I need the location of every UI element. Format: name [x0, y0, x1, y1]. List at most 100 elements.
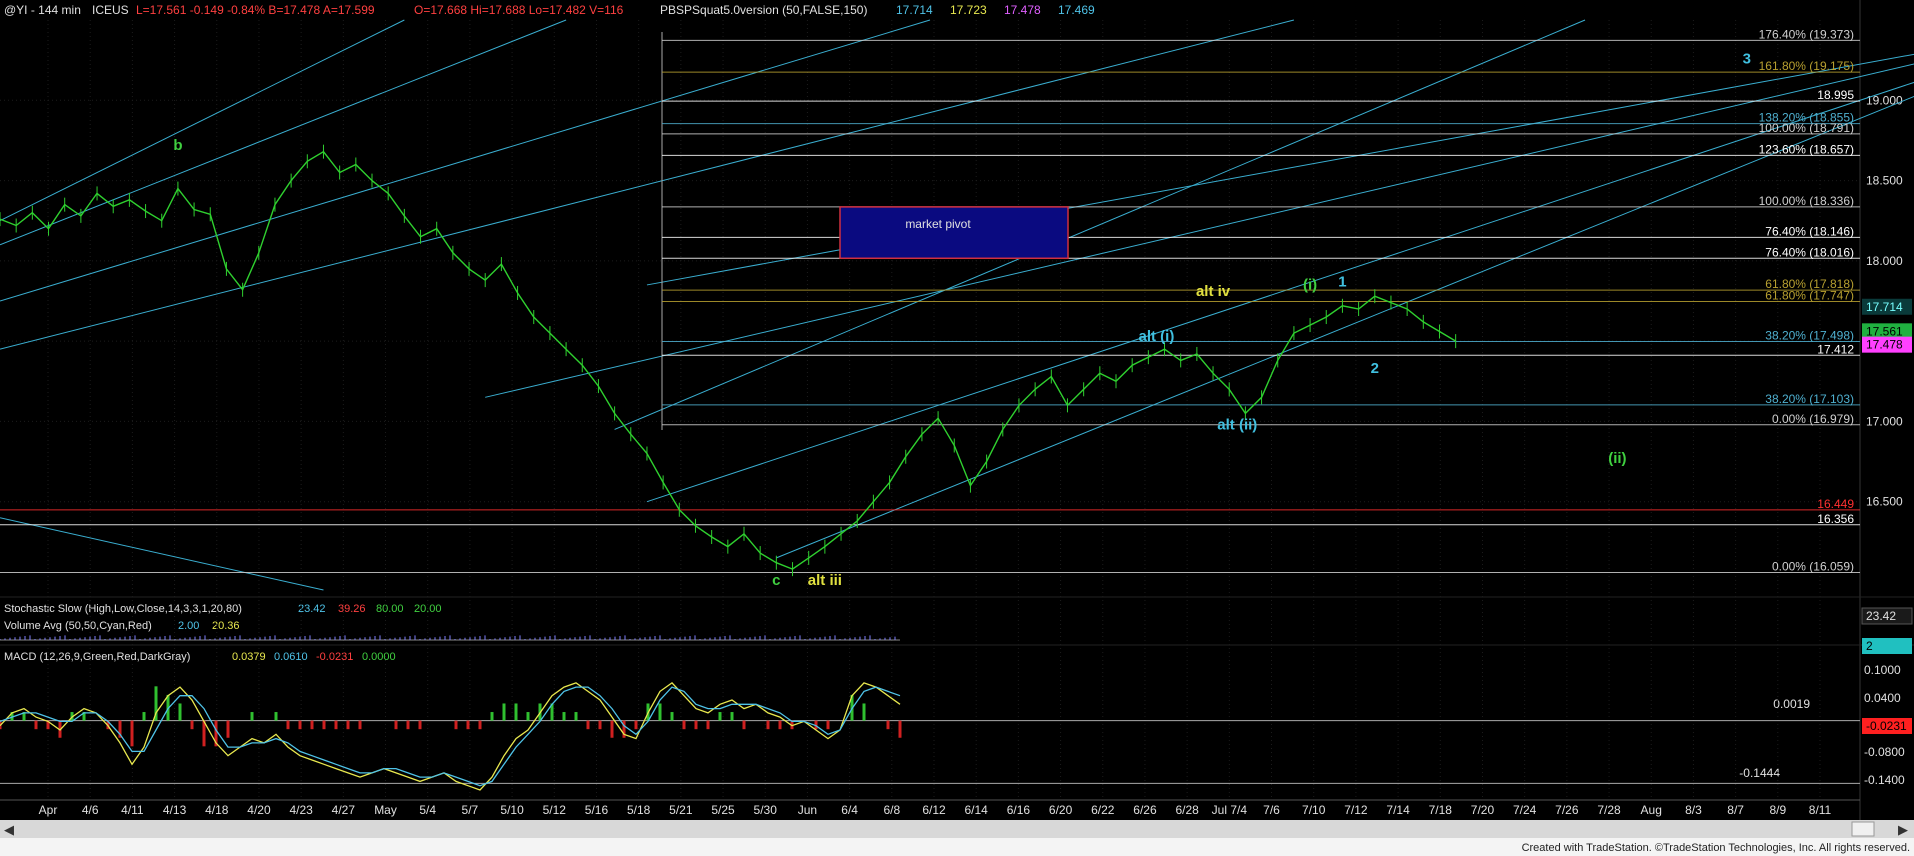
- price-level-label: 0.00% (16.979): [1772, 412, 1854, 426]
- x-tick-label: 4/23: [289, 803, 313, 817]
- wave-label: alt iii: [808, 572, 842, 589]
- y-tick-label: 18.000: [1866, 254, 1903, 268]
- header-symbol: @YI - 144 min: [4, 3, 81, 17]
- header-quote: L=17.561 -0.149 -0.84% B=17.478 A=17.599: [136, 3, 375, 17]
- y-tick-label: 17.000: [1866, 414, 1903, 428]
- x-tick-label: 8/3: [1685, 803, 1702, 817]
- wave-label: alt (i): [1139, 328, 1175, 345]
- scroll-right-icon[interactable]: ▶: [1898, 822, 1908, 837]
- x-tick-label: 5/12: [543, 803, 567, 817]
- stochastic-title: Stochastic Slow (High,Low,Close,14,3,3,1…: [4, 603, 242, 615]
- macd-level-label-2: -0.1444: [1739, 766, 1780, 780]
- x-tick-label: 4/20: [247, 803, 271, 817]
- x-tick-label: 5/21: [669, 803, 693, 817]
- x-tick-label: 6/22: [1091, 803, 1115, 817]
- macd-value-3: -0.0231: [316, 651, 353, 663]
- x-tick-label: 4/18: [205, 803, 229, 817]
- wave-label: 1: [1338, 274, 1346, 291]
- price-axis-box-label: 17.561: [1866, 324, 1903, 338]
- x-tick-label: 6/26: [1133, 803, 1157, 817]
- x-tick-label: 5/7: [462, 803, 479, 817]
- x-tick-label: 8/7: [1727, 803, 1744, 817]
- chart-canvas: @YI - 144 min ICEUS L=17.561 -0.149 -0.8…: [0, 0, 1914, 856]
- wave-label: alt (ii): [1217, 416, 1257, 433]
- x-tick-label: 7/10: [1302, 803, 1326, 817]
- x-tick-label: May: [374, 803, 397, 817]
- header-ohlc: O=17.668 Hi=17.688 Lo=17.482 V=116: [414, 3, 624, 17]
- x-tick-label: 6/20: [1049, 803, 1073, 817]
- x-tick-label: 6/14: [965, 803, 989, 817]
- wave-label: 2: [1371, 360, 1379, 377]
- x-tick-label: Aug: [1641, 803, 1662, 817]
- header-value-4: 17.469: [1058, 3, 1095, 17]
- x-tick-label: 6/28: [1175, 803, 1199, 817]
- wave-label: c: [772, 572, 780, 589]
- price-level-label: 123.60% (18.657): [1759, 142, 1854, 156]
- header-value-3: 17.478: [1004, 3, 1041, 17]
- wave-label: alt iv: [1196, 283, 1231, 300]
- price-level-label: 16.356: [1817, 512, 1854, 526]
- volume-value-1: 2.00: [178, 620, 199, 632]
- volume-axis-value: 2: [1866, 639, 1873, 653]
- volume-title: Volume Avg (50,50,Cyan,Red): [4, 620, 152, 632]
- price-level-label: 38.20% (17.103): [1765, 392, 1854, 406]
- price-level-label: 17.412: [1817, 342, 1854, 356]
- x-tick-label: 5/16: [585, 803, 609, 817]
- tradestation-chart: @YI - 144 min ICEUS L=17.561 -0.149 -0.8…: [0, 0, 1914, 856]
- price-level-label: 76.40% (18.016): [1765, 245, 1854, 259]
- price-level-label: 16.449: [1817, 497, 1854, 511]
- x-tick-label: 5/10: [500, 803, 524, 817]
- header-value-1: 17.714: [896, 3, 933, 17]
- x-tick-label: 7/14: [1386, 803, 1410, 817]
- x-tick-label: 6/12: [922, 803, 946, 817]
- price-level-label: 38.20% (17.498): [1765, 328, 1854, 342]
- header-indicator: PBSPSquat5.0version (50,FALSE,150): [660, 3, 867, 17]
- stochastic-axis-value: 23.42: [1866, 609, 1896, 623]
- price-level-label: 100.00% (18.336): [1759, 194, 1854, 208]
- wave-label: (i): [1303, 277, 1317, 294]
- market-pivot-label: market pivot: [905, 217, 971, 231]
- price-level-label: 61.80% (17.747): [1765, 288, 1854, 302]
- macd-tick-1: 0.1000: [1864, 663, 1901, 677]
- macd-tick-4: -0.1400: [1864, 773, 1905, 787]
- price-level-label: 18.995: [1817, 88, 1854, 102]
- macd-axis-value: -0.0231: [1866, 719, 1907, 733]
- x-tick-label: 6/4: [841, 803, 858, 817]
- price-axis-box-label: 17.714: [1866, 300, 1903, 314]
- volume-value-2: 20.36: [212, 620, 240, 632]
- macd-title: MACD (12,26,9,Green,Red,DarkGray): [4, 651, 190, 663]
- x-tick-label: 6/16: [1007, 803, 1031, 817]
- price-level-label: 176.40% (19.373): [1759, 27, 1854, 41]
- x-tick-label: 8/9: [1769, 803, 1786, 817]
- y-tick-label: 18.500: [1866, 174, 1903, 188]
- x-tick-label: 7/20: [1471, 803, 1495, 817]
- x-tick-label: 4/13: [163, 803, 187, 817]
- scroll-left-icon[interactable]: ◀: [4, 822, 14, 837]
- header-exchange: ICEUS: [92, 3, 129, 17]
- x-tick-label: 4/27: [332, 803, 356, 817]
- x-tick-label: 7/6: [1263, 803, 1280, 817]
- macd-value-4: 0.0000: [362, 651, 396, 663]
- x-tick-label: 4/11: [121, 803, 144, 817]
- macd-value-1: 0.0379: [232, 651, 266, 663]
- x-tick-label: 7/26: [1555, 803, 1579, 817]
- scrollbar-thumb[interactable]: [1851, 821, 1875, 837]
- x-tick-label: 5/30: [754, 803, 778, 817]
- header-value-2: 17.723: [950, 3, 987, 17]
- x-tick-label: 5/4: [419, 803, 436, 817]
- horizontal-scrollbar[interactable]: [0, 820, 1914, 838]
- stochastic-value-3: 80.00: [376, 603, 404, 615]
- footer-credit: Created with TradeStation. ©TradeStation…: [1522, 842, 1910, 854]
- price-axis-box-label: 17.478: [1866, 338, 1903, 352]
- x-tick-label: 7/12: [1344, 803, 1368, 817]
- x-tick-label: 4/6: [82, 803, 99, 817]
- stochastic-value-2: 39.26: [338, 603, 366, 615]
- macd-value-2: 0.0610: [274, 651, 308, 663]
- x-tick-label: Jul 7/4: [1212, 803, 1248, 817]
- price-level-label: 161.80% (19.175): [1759, 59, 1854, 73]
- y-tick-label: 19.000: [1866, 93, 1903, 107]
- stochastic-value-1: 23.42: [298, 603, 326, 615]
- price-level-label: 100.00% (18.791): [1759, 121, 1854, 135]
- price-level-label: 0.00% (16.059): [1772, 559, 1854, 573]
- wave-label: b: [173, 137, 182, 154]
